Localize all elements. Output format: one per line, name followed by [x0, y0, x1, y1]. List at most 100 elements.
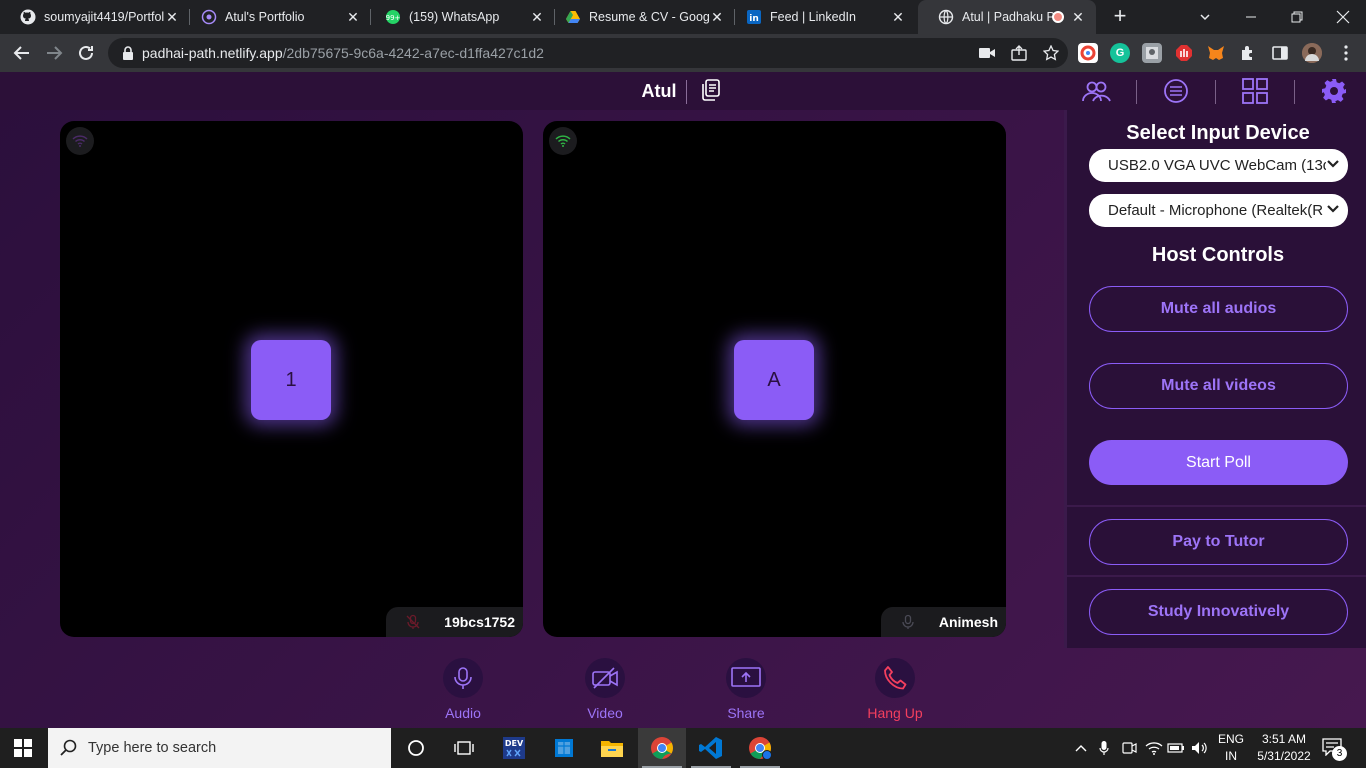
- taskbar-search-box[interactable]: Type here to search: [48, 728, 391, 768]
- clock-time: 3:51 AM: [1261, 732, 1307, 746]
- browser-tab-whatsapp[interactable]: 99+ (159) WhatsApp ✕: [365, 0, 555, 34]
- browser-tab-google-drive[interactable]: Resume & CV - Googl ✕: [545, 0, 735, 34]
- tab-search-icon[interactable]: [1182, 0, 1228, 34]
- camera-select[interactable]: USB2.0 VGA UVC WebCam (13d: [1089, 149, 1348, 182]
- restore-window-button[interactable]: [1274, 0, 1320, 34]
- google-drive-icon: [565, 9, 581, 25]
- close-tab-icon[interactable]: ✕: [709, 9, 725, 25]
- extension-icon[interactable]: [1142, 43, 1162, 63]
- phone-hang-up-icon[interactable]: [875, 658, 915, 698]
- participant-name-tag: Animesh: [880, 607, 1006, 637]
- volume-icon[interactable]: [1190, 728, 1210, 768]
- side-panel-icon[interactable]: [1270, 43, 1290, 63]
- mic-muted-icon: [402, 611, 424, 633]
- browser-menu-icon[interactable]: [1334, 41, 1358, 65]
- language-indicator[interactable]: ENG IN: [1216, 731, 1246, 765]
- close-tab-icon[interactable]: ✕: [529, 9, 545, 25]
- chevron-down-icon: [1326, 157, 1340, 171]
- back-button[interactable]: [10, 41, 34, 65]
- bookmark-star-icon[interactable]: [1042, 44, 1060, 62]
- host-controls-heading: Host Controls: [1151, 244, 1285, 266]
- dev-app-icon[interactable]: DEV: [500, 734, 528, 762]
- profile-avatar[interactable]: [1302, 43, 1322, 63]
- tab-title: Resume & CV - Googl: [589, 10, 709, 24]
- windows-taskbar: Type here to search DEV ENG IN 3:51 AM 5…: [0, 728, 1366, 768]
- new-tab-button[interactable]: +: [1108, 5, 1132, 29]
- video-off-icon[interactable]: [585, 658, 625, 698]
- video-control[interactable]: Video: [560, 658, 650, 721]
- mute-all-audios-button[interactable]: Mute all audios: [1089, 286, 1348, 332]
- camera-select-value: USB2.0 VGA UVC WebCam (13d: [1108, 157, 1332, 174]
- start-poll-button[interactable]: Start Poll: [1089, 440, 1348, 485]
- audio-control[interactable]: Audio: [418, 658, 508, 721]
- extension-icon[interactable]: [1078, 43, 1098, 63]
- tab-title: Atul's Portfolio: [225, 10, 305, 24]
- share-control[interactable]: Share: [701, 658, 791, 721]
- minimize-window-button[interactable]: [1228, 0, 1274, 34]
- reload-button[interactable]: [74, 41, 98, 65]
- side-panel-tabs: [1064, 72, 1366, 110]
- input-device-heading: Select Input Device: [1126, 122, 1310, 144]
- close-tab-icon[interactable]: ✕: [345, 9, 361, 25]
- grammarly-icon[interactable]: G: [1110, 43, 1130, 63]
- windows-start-icon[interactable]: [14, 739, 32, 757]
- store-app-icon[interactable]: [550, 734, 578, 762]
- url-host: padhai-path.netlify.app: [142, 45, 283, 61]
- microphone-tray-icon[interactable]: [1096, 728, 1112, 768]
- participant-tile[interactable]: A Animesh: [543, 121, 1006, 637]
- settings-gear-icon[interactable]: [1319, 77, 1349, 105]
- address-bar[interactable]: padhai-path.netlify.app/2db75675-9c6a-42…: [108, 38, 1068, 68]
- participant-tile[interactable]: 1 19bcs1752: [60, 121, 523, 637]
- hang-up-control[interactable]: Hang Up: [850, 658, 940, 721]
- metamask-fox-icon[interactable]: [1206, 43, 1226, 63]
- lock-icon[interactable]: [120, 45, 136, 61]
- meeting-app: Atul 1 19bcs1752 A Animesh Select Input …: [0, 72, 1366, 728]
- camera-in-use-icon[interactable]: [978, 44, 996, 62]
- chat-icon[interactable]: [1161, 77, 1191, 105]
- svg-text:DEV: DEV: [505, 739, 524, 748]
- github-icon: [20, 9, 36, 25]
- close-tab-icon[interactable]: ✕: [164, 9, 180, 25]
- microphone-select[interactable]: Default - Microphone (Realtek(R: [1089, 194, 1348, 227]
- copy-link-icon[interactable]: [700, 78, 722, 102]
- browser-tab-github[interactable]: soumyajit4419/Portfol ✕: [0, 0, 190, 34]
- grid-view-icon[interactable]: [1240, 77, 1270, 105]
- cortana-icon[interactable]: [402, 734, 430, 762]
- file-explorer-icon[interactable]: [598, 734, 626, 762]
- chrome-profile-icon[interactable]: [746, 734, 774, 762]
- camera-tray-icon[interactable]: [1120, 728, 1138, 768]
- show-hidden-icons-icon[interactable]: [1072, 728, 1090, 768]
- screen-share-icon[interactable]: [726, 658, 766, 698]
- pay-to-tutor-button[interactable]: Pay to Tutor: [1089, 519, 1348, 565]
- tab-title: Feed | LinkedIn: [770, 10, 856, 24]
- share-label: Share: [727, 705, 765, 721]
- browser-tab-linkedin[interactable]: in Feed | LinkedIn ✕: [726, 0, 916, 34]
- participants-icon[interactable]: [1081, 77, 1111, 105]
- browser-tab-padhaku[interactable]: Atul | Padhaku Pa ✕: [918, 0, 1096, 34]
- close-tab-icon[interactable]: ✕: [1070, 9, 1086, 25]
- microphone-icon[interactable]: [443, 658, 483, 698]
- browser-tab-portfolio[interactable]: Atul's Portfolio ✕: [181, 0, 371, 34]
- puzzle-extensions-icon[interactable]: [1238, 43, 1258, 63]
- vscode-icon[interactable]: [697, 734, 725, 762]
- browser-tab-strip: soumyajit4419/Portfol ✕ Atul's Portfolio…: [0, 0, 1366, 34]
- search-placeholder: Type here to search: [88, 740, 217, 756]
- close-tab-icon[interactable]: ✕: [890, 9, 906, 25]
- study-innovatively-button[interactable]: Study Innovatively: [1089, 589, 1348, 635]
- forward-button[interactable]: [42, 41, 66, 65]
- battery-icon[interactable]: [1166, 728, 1186, 768]
- close-window-button[interactable]: [1320, 0, 1366, 34]
- wifi-icon[interactable]: [1144, 728, 1164, 768]
- video-label: Video: [587, 705, 623, 721]
- mute-all-videos-button[interactable]: Mute all videos: [1089, 363, 1348, 409]
- portfolio-icon: [201, 9, 217, 25]
- weak-signal-icon: [66, 127, 94, 155]
- task-view-icon[interactable]: [450, 734, 478, 762]
- linkedin-icon: in: [746, 9, 762, 25]
- svg-text:99+: 99+: [386, 14, 401, 22]
- share-page-icon[interactable]: [1010, 44, 1028, 62]
- adblock-icon[interactable]: [1174, 43, 1194, 63]
- chrome-icon[interactable]: [648, 734, 676, 762]
- whatsapp-icon: 99+: [385, 9, 401, 25]
- system-clock[interactable]: 3:51 AM 5/31/2022: [1254, 731, 1314, 765]
